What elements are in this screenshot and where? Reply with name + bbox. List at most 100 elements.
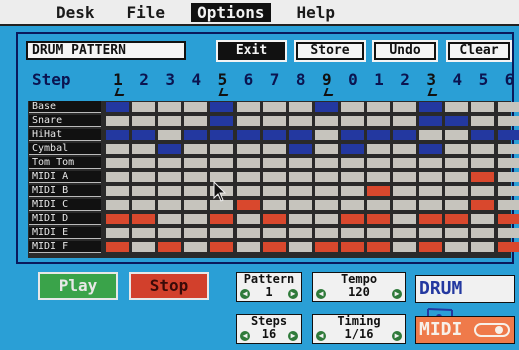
step-cell[interactable] — [236, 242, 260, 252]
step-cell[interactable] — [367, 242, 390, 252]
step-cell[interactable] — [236, 214, 260, 224]
step-cell[interactable] — [210, 214, 234, 224]
step-cell[interactable] — [419, 200, 443, 210]
timing-control[interactable]: Timing 1/16 ◀ ▶ — [312, 314, 406, 344]
step-cell[interactable] — [184, 158, 208, 168]
stop-button[interactable]: Stop — [129, 272, 209, 300]
step-cell[interactable] — [158, 102, 182, 112]
timing-decrease-icon[interactable]: ◀ — [316, 331, 326, 341]
step-cell[interactable] — [236, 158, 260, 168]
step-cell[interactable] — [132, 242, 156, 252]
step-cell[interactable] — [367, 158, 390, 168]
step-cell[interactable] — [419, 186, 443, 196]
step-cell[interactable] — [158, 116, 182, 126]
menu-desk[interactable]: Desk — [50, 3, 101, 22]
step-cell[interactable] — [393, 102, 417, 112]
step-cell[interactable] — [184, 172, 208, 182]
step-cell[interactable] — [236, 144, 260, 154]
step-cell[interactable] — [497, 214, 519, 224]
step-cell[interactable] — [158, 228, 182, 238]
step-cell[interactable] — [393, 116, 417, 126]
menu-file[interactable]: File — [121, 3, 172, 22]
step-cell[interactable] — [236, 186, 260, 196]
step-cell[interactable] — [158, 130, 182, 140]
pattern-increase-icon[interactable]: ▶ — [288, 289, 298, 299]
step-cell[interactable] — [314, 130, 338, 140]
step-cell[interactable] — [210, 158, 234, 168]
step-cell[interactable] — [236, 228, 260, 238]
step-cell[interactable] — [184, 228, 208, 238]
step-cell[interactable] — [210, 228, 234, 238]
step-cell[interactable] — [445, 186, 469, 196]
step-cell[interactable] — [236, 116, 260, 126]
step-cell[interactable] — [184, 242, 208, 252]
step-cell[interactable] — [236, 172, 260, 182]
step-cell[interactable] — [210, 102, 234, 112]
step-cell[interactable] — [340, 144, 364, 154]
step-cell[interactable] — [471, 242, 495, 252]
step-cell[interactable] — [262, 214, 286, 224]
step-cell[interactable] — [158, 144, 182, 154]
step-cell[interactable] — [445, 130, 469, 140]
step-cell[interactable] — [158, 158, 182, 168]
step-cell[interactable] — [419, 242, 443, 252]
step-cell[interactable] — [132, 116, 156, 126]
step-cell[interactable] — [262, 144, 286, 154]
step-cell[interactable] — [262, 228, 286, 238]
step-cell[interactable] — [497, 116, 519, 126]
step-cell[interactable] — [471, 158, 495, 168]
step-cell[interactable] — [497, 200, 519, 210]
step-cell[interactable] — [471, 186, 495, 196]
step-cell[interactable] — [288, 200, 312, 210]
step-cell[interactable] — [367, 102, 390, 112]
step-cell[interactable] — [445, 102, 469, 112]
step-cell[interactable] — [340, 214, 364, 224]
step-cell[interactable] — [393, 186, 417, 196]
step-cell[interactable] — [184, 186, 208, 196]
step-cell[interactable] — [367, 144, 390, 154]
step-cell[interactable] — [262, 116, 286, 126]
step-cell[interactable] — [445, 158, 469, 168]
step-cell[interactable] — [497, 102, 519, 112]
step-cell[interactable] — [132, 186, 156, 196]
step-cell[interactable] — [288, 116, 312, 126]
step-cell[interactable] — [497, 158, 519, 168]
step-cell[interactable] — [184, 102, 208, 112]
step-cell[interactable] — [471, 214, 495, 224]
step-cell[interactable] — [471, 116, 495, 126]
step-cell[interactable] — [314, 228, 338, 238]
step-cell[interactable] — [314, 214, 338, 224]
step-cell[interactable] — [445, 172, 469, 182]
step-cell[interactable] — [106, 172, 129, 182]
step-cell[interactable] — [132, 130, 156, 140]
step-cell[interactable] — [158, 242, 182, 252]
step-cell[interactable] — [471, 172, 495, 182]
step-cell[interactable] — [393, 130, 417, 140]
step-cell[interactable] — [132, 144, 156, 154]
step-cell[interactable] — [445, 214, 469, 224]
step-cell[interactable] — [106, 214, 129, 224]
step-cell[interactable] — [106, 242, 129, 252]
step-cell[interactable] — [262, 186, 286, 196]
step-cell[interactable] — [314, 200, 338, 210]
step-cell[interactable] — [393, 228, 417, 238]
step-cell[interactable] — [471, 102, 495, 112]
step-cell[interactable] — [288, 158, 312, 168]
step-cell[interactable] — [419, 130, 443, 140]
step-cell[interactable] — [471, 200, 495, 210]
step-cell[interactable] — [106, 200, 129, 210]
step-cell[interactable] — [288, 186, 312, 196]
tempo-decrease-icon[interactable]: ◀ — [316, 289, 326, 299]
step-cell[interactable] — [106, 102, 129, 112]
step-cell[interactable] — [367, 214, 390, 224]
step-cell[interactable] — [262, 200, 286, 210]
step-cell[interactable] — [262, 130, 286, 140]
menu-help[interactable]: Help — [291, 3, 342, 22]
step-cell[interactable] — [340, 130, 364, 140]
timing-increase-icon[interactable]: ▶ — [392, 331, 402, 341]
step-cell[interactable] — [288, 102, 312, 112]
step-cell[interactable] — [132, 214, 156, 224]
step-cell[interactable] — [158, 186, 182, 196]
step-cell[interactable] — [132, 158, 156, 168]
store-button[interactable]: Store — [296, 42, 364, 60]
